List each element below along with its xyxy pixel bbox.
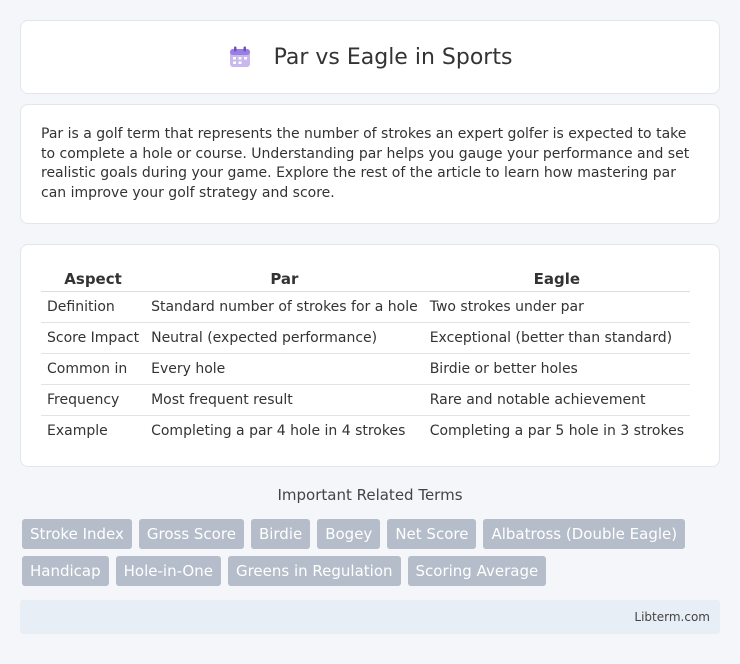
calendar-icon <box>228 45 252 69</box>
intro-paragraph: Par is a golf term that represents the n… <box>41 126 690 201</box>
tag-scoring-average[interactable]: Scoring Average <box>407 556 547 586</box>
table-cell: Most frequent result <box>145 384 424 416</box>
table-cell: Birdie or better holes <box>423 353 690 385</box>
footer-source-link[interactable]: Libterm.com <box>634 610 710 624</box>
table-cell: Completing a par 4 hole in 4 strokes <box>151 423 406 440</box>
column-header-aspect: Aspect <box>41 265 146 292</box>
footer: Libterm.com <box>20 600 720 634</box>
table-row: Frequency Most frequent result Rare and … <box>41 384 690 416</box>
page-title: Par vs Eagle in Sports <box>273 44 513 70</box>
table-cell: Definition <box>41 291 146 323</box>
tag-net-score[interactable]: Net Score <box>387 519 477 549</box>
tag-hole-in-one[interactable]: Hole-in-One <box>115 556 221 586</box>
table-row: Definition Standard number of strokes fo… <box>41 291 690 323</box>
column-header-eagle: Eagle <box>423 265 690 292</box>
comparison-table: Aspect Par Eagle Definition Standard num… <box>41 265 690 447</box>
table-cell: Exceptional (better than standard) <box>423 322 690 354</box>
table-row: Common in Every hole Birdie or better ho… <box>41 353 690 385</box>
table-cell: Rare and notable achievement <box>423 384 690 416</box>
tag-gross-score[interactable]: Gross Score <box>138 519 244 549</box>
tag-stroke-index[interactable]: Stroke Index <box>22 519 132 549</box>
related-terms-list: Stroke Index Gross Score Birdie Bogey Ne… <box>22 519 722 586</box>
comparison-card: Aspect Par Eagle Definition Standard num… <box>20 244 720 467</box>
table-cell: Every hole <box>145 353 424 385</box>
table-cell: Frequency <box>41 384 146 416</box>
tag-handicap[interactable]: Handicap <box>22 556 109 586</box>
tag-greens-in-regulation[interactable]: Greens in Regulation <box>227 556 401 586</box>
tag-albatross[interactable]: Albatross (Double Eagle) <box>483 519 686 549</box>
tag-bogey[interactable]: Bogey <box>317 519 381 549</box>
related-terms-heading: Important Related Terms <box>277 486 463 504</box>
table-header-row: Aspect Par Eagle <box>41 265 690 292</box>
table-row: Score Impact Neutral (expected performan… <box>41 322 690 354</box>
table-cell: Standard number of strokes for a hole <box>145 291 424 323</box>
table-cell: Completing a par 5 hole in 3 strokes <box>429 423 684 440</box>
table-cell: Two strokes under par <box>423 291 690 323</box>
intro-card: Par is a golf term that represents the n… <box>20 104 720 224</box>
header-card: Par vs Eagle in Sports <box>20 20 720 94</box>
tag-birdie[interactable]: Birdie <box>250 519 311 549</box>
column-header-par: Par <box>145 265 424 292</box>
table-cell: Neutral (expected performance) <box>145 322 424 354</box>
table-cell: Common in <box>41 353 146 385</box>
table-cell: Score Impact <box>41 322 146 354</box>
table-row: Example Completing a par 4 hole in 4 str… <box>41 416 690 447</box>
table-cell: Example <box>47 423 108 440</box>
